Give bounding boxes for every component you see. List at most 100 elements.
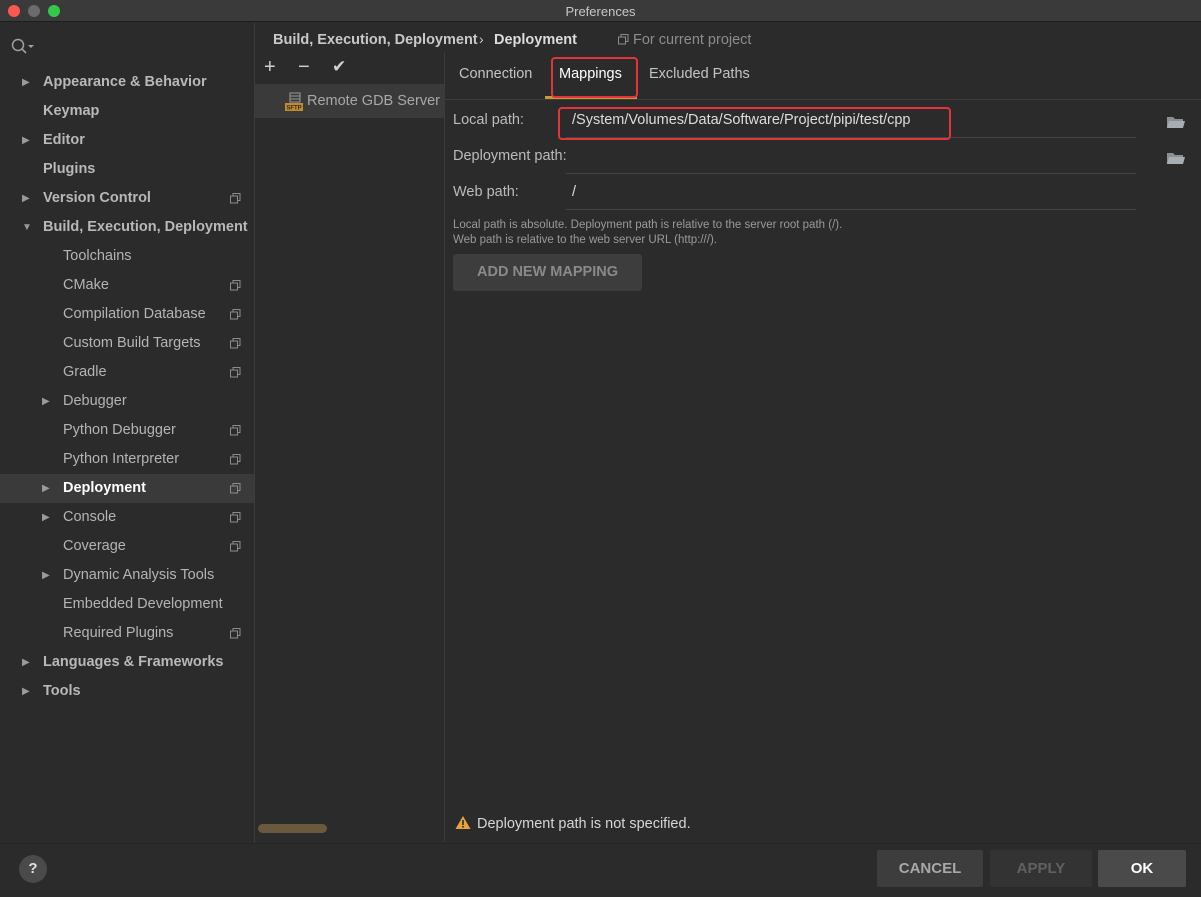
sidebar-item-label: Python Interpreter	[63, 451, 180, 467]
web-path-row: Web path: /	[445, 176, 1201, 210]
add-new-mapping-button[interactable]: ADD NEW MAPPING	[453, 254, 642, 291]
web-path-input[interactable]: /	[566, 176, 1136, 210]
sidebar-item-appearance-behavior[interactable]: ▶ Appearance & Behavior	[0, 68, 254, 97]
project-scope-icon	[230, 425, 241, 436]
sidebar-item-label: CMake	[63, 277, 109, 293]
local-path-highlight	[558, 107, 951, 140]
sidebar-item-embedded-development[interactable]: Embedded Development	[0, 590, 254, 619]
server-list-item[interactable]: SFTP Remote GDB Server (C	[255, 84, 444, 118]
sidebar-item-plugins[interactable]: Plugins	[0, 155, 254, 184]
sidebar-item-label: Debugger	[63, 393, 127, 409]
collapsed-arrow-icon[interactable]: ▶	[22, 677, 30, 706]
sidebar-item-label: Coverage	[63, 538, 126, 554]
sidebar-item-label: Dynamic Analysis Tools	[63, 567, 215, 583]
local-path-label: Local path:	[453, 112, 524, 128]
warning-icon	[455, 816, 471, 829]
sidebar-item-dynamic-analysis-tools[interactable]: ▶ Dynamic Analysis Tools	[0, 561, 254, 590]
sidebar-item-label: Plugins	[43, 161, 96, 177]
cancel-button[interactable]: CANCEL	[877, 850, 983, 887]
sidebar-item-label: Deployment	[63, 480, 146, 496]
collapsed-arrow-icon[interactable]: ▶	[42, 387, 50, 416]
svg-text:SFTP: SFTP	[286, 106, 301, 112]
deployment-warning: Deployment path is not specified.	[455, 815, 691, 832]
sidebar-item-label: Tools	[43, 683, 81, 699]
apply-button[interactable]: APPLY	[990, 850, 1092, 887]
sidebar-item-compilation-database[interactable]: Compilation Database	[0, 300, 254, 329]
add-server-button[interactable]: +	[264, 56, 276, 79]
sidebar-item-label: Gradle	[63, 364, 107, 380]
sidebar-item-languages-frameworks[interactable]: ▶ Languages & Frameworks	[0, 648, 254, 677]
mappings-tab-highlight	[551, 57, 638, 98]
browse-deployment-folder-icon[interactable]	[1166, 150, 1186, 166]
title-bar: Preferences	[0, 0, 1201, 22]
server-list-panel: + − ✔ SFTP Remote GDB Server (C	[255, 52, 444, 842]
sidebar-item-cmake[interactable]: CMake	[0, 271, 254, 300]
sidebar-item-label: Python Debugger	[63, 422, 176, 438]
sidebar-item-required-plugins[interactable]: Required Plugins	[0, 619, 254, 648]
sidebar-item-deployment[interactable]: ▶ Deployment	[0, 474, 254, 503]
project-scope-icon	[618, 34, 629, 45]
sidebar-item-label: Custom Build Targets	[63, 335, 201, 351]
horizontal-scrollbar[interactable]	[258, 824, 327, 833]
search-icon	[11, 38, 34, 54]
collapsed-arrow-icon[interactable]: ▶	[42, 503, 50, 532]
collapsed-arrow-icon[interactable]: ▶	[22, 68, 30, 97]
breadcrumb-current: Deployment	[494, 32, 577, 48]
sidebar-item-gradle[interactable]: Gradle	[0, 358, 254, 387]
collapsed-arrow-icon[interactable]: ▶	[22, 126, 30, 155]
project-scope-icon	[230, 628, 241, 639]
browse-local-folder-icon[interactable]	[1166, 114, 1186, 130]
sidebar-item-python-debugger[interactable]: Python Debugger	[0, 416, 254, 445]
hint-line-2: Web path is relative to the web server U…	[453, 234, 717, 246]
hint-line-1: Local path is absolute. Deployment path …	[453, 219, 843, 231]
sidebar-item-label: Embedded Development	[63, 596, 223, 612]
sidebar-item-build-execution-deployment[interactable]: ▼ Build, Execution, Deployment	[0, 213, 254, 242]
collapsed-arrow-icon[interactable]: ▶	[42, 474, 50, 503]
project-scope-icon	[230, 454, 241, 465]
sidebar-item-debugger[interactable]: ▶ Debugger	[0, 387, 254, 416]
project-scope-icon	[230, 280, 241, 291]
sidebar-item-keymap[interactable]: Keymap	[0, 97, 254, 126]
sidebar-item-label: Required Plugins	[63, 625, 174, 641]
deployment-path-row: Deployment path:	[445, 140, 1201, 174]
server-name: Remote GDB Server (C	[307, 93, 444, 109]
expanded-arrow-icon[interactable]: ▼	[22, 213, 32, 242]
sidebar-item-tools[interactable]: ▶ Tools	[0, 677, 254, 706]
web-path-label: Web path:	[453, 184, 519, 200]
sidebar-item-editor[interactable]: ▶ Editor	[0, 126, 254, 155]
project-scope-icon	[230, 338, 241, 349]
collapsed-arrow-icon[interactable]: ▶	[42, 561, 50, 590]
sidebar-item-custom-build-targets[interactable]: Custom Build Targets	[0, 329, 254, 358]
sidebar-item-toolchains[interactable]: Toolchains	[0, 242, 254, 271]
settings-sidebar: ▶ Appearance & Behavior Keymap ▶ Editor Plugi…	[0, 23, 254, 843]
project-scope-icon	[230, 541, 241, 552]
sidebar-item-label: Appearance & Behavior	[43, 74, 207, 90]
collapsed-arrow-icon[interactable]: ▶	[22, 184, 30, 213]
search-field[interactable]	[10, 37, 40, 57]
remove-server-button[interactable]: −	[298, 56, 310, 79]
sidebar-item-label: Version Control	[43, 190, 151, 206]
web-path-value: /	[572, 184, 577, 200]
project-scope-icon	[230, 193, 241, 204]
sidebar-item-label: Keymap	[43, 103, 100, 119]
tab-excluded-paths[interactable]: Excluded Paths	[649, 66, 750, 82]
sidebar-item-console[interactable]: ▶ Console	[0, 503, 254, 532]
sidebar-item-python-interpreter[interactable]: Python Interpreter	[0, 445, 254, 474]
sftp-icon: SFTP	[285, 92, 303, 112]
sidebar-item-coverage[interactable]: Coverage	[0, 532, 254, 561]
set-default-server-button[interactable]: ✔	[332, 57, 346, 77]
project-scope-icon	[230, 367, 241, 378]
project-scope-icon	[230, 512, 241, 523]
window-title: Preferences	[565, 4, 636, 19]
deployment-path-label: Deployment path:	[453, 148, 567, 164]
deployment-path-input[interactable]	[566, 140, 1136, 174]
ok-button[interactable]: OK	[1098, 850, 1186, 887]
warning-text: Deployment path is not specified.	[477, 816, 691, 832]
sidebar-item-label: Build, Execution, Deployment	[43, 219, 248, 235]
sidebar-item-version-control[interactable]: ▶ Version Control	[0, 184, 254, 213]
help-button[interactable]: ?	[19, 855, 47, 883]
collapsed-arrow-icon[interactable]: ▶	[22, 648, 30, 677]
tab-connection[interactable]: Connection	[459, 66, 532, 82]
footer-divider	[0, 843, 1201, 844]
project-scope-icon	[230, 483, 241, 494]
